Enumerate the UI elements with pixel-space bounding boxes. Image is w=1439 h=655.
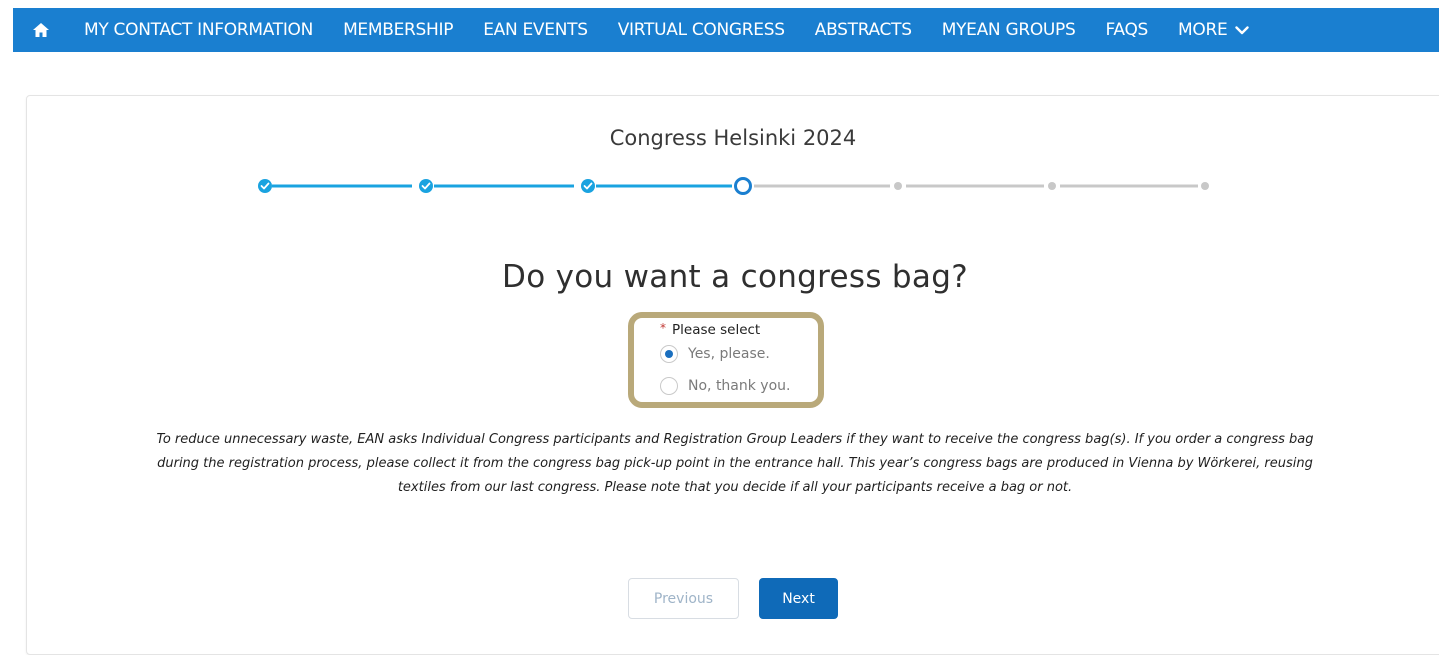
stepper-step-3-check-icon [581,179,595,193]
info-line-2: during the registration process, please … [157,456,1313,471]
nav-myean-groups[interactable]: MYEAN GROUPS [927,8,1091,52]
nav-virtual-congress[interactable]: VIRTUAL CONGRESS [603,8,800,52]
radio-no[interactable] [660,377,678,395]
chevron-down-icon [1235,25,1250,34]
nav-more-label: MORE [1178,20,1228,40]
select-label: * Please select [660,321,760,338]
registration-progress-stepper [258,177,1209,195]
radio-yes[interactable] [660,345,678,363]
radio-option-no[interactable]: No, thank you. [660,377,790,395]
select-label-text: Please select [672,322,761,338]
radio-no-label[interactable]: No, thank you. [688,378,790,394]
congress-title: Congress Helsinki 2024 [609,126,857,150]
home-button[interactable] [13,8,69,52]
stepper-step-7 [1201,182,1209,190]
stepper-step-4-current [734,177,752,195]
nav-ean-events[interactable]: EAN EVENTS [468,8,603,52]
stepper-step-6 [1048,182,1056,190]
home-icon [33,23,49,37]
stepper-step-1-check-icon [258,179,272,193]
congress-bag-info-text: To reduce unnecessary waste, EAN asks In… [36,428,1434,500]
radio-option-yes[interactable]: Yes, please. [660,345,770,363]
top-navigation-bar: MY CONTACT INFORMATION MEMBERSHIP EAN EV… [13,8,1439,52]
next-button[interactable]: Next [759,578,838,619]
required-marker: * [660,321,666,335]
stepper-step-5 [894,182,902,190]
previous-button[interactable]: Previous [628,578,739,619]
nav-my-contact-information[interactable]: MY CONTACT INFORMATION [69,8,328,52]
nav-more-menu[interactable]: MORE [1163,8,1264,52]
radio-yes-label[interactable]: Yes, please. [688,346,770,362]
nav-faqs[interactable]: FAQS [1091,8,1164,52]
congress-bag-question: Do you want a congress bag? [502,259,968,295]
info-line-1: To reduce unnecessary waste, EAN asks In… [156,432,1314,447]
radio-selected-dot [665,350,673,358]
info-line-3: textiles from our last congress. Please … [397,480,1073,495]
stepper-step-2-check-icon [419,179,433,193]
nav-abstracts[interactable]: ABSTRACTS [800,8,927,52]
nav-membership[interactable]: MEMBERSHIP [328,8,468,52]
